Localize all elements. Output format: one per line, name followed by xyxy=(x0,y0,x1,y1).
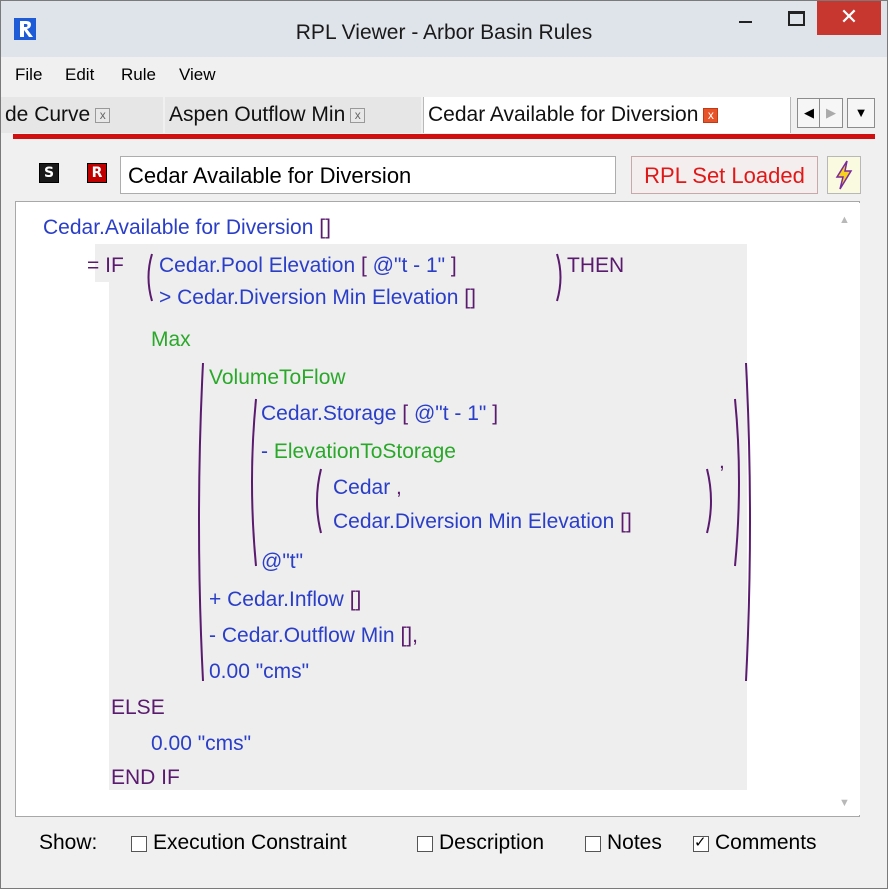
operator-token: - xyxy=(261,440,268,463)
code-line-6: Cedar.Storage [ @"t - 1" ] xyxy=(261,402,499,425)
description-checkbox[interactable] xyxy=(417,836,433,852)
variable-token: Cedar.Inflow xyxy=(227,588,344,611)
value-token: 0.00 "cms" xyxy=(151,732,252,755)
show-label: Show: xyxy=(39,831,98,854)
paren-vtf-close xyxy=(734,398,740,567)
paren-if-close xyxy=(556,253,562,302)
bracket-token: [] xyxy=(464,286,476,309)
code-line-8: Cedar , xyxy=(333,475,402,501)
comma-token: , xyxy=(412,624,418,647)
operator-token: - xyxy=(209,624,216,647)
operator-token: = xyxy=(87,254,100,277)
code-line-7: - ElevationToStorage xyxy=(261,439,456,465)
variable-token: Cedar xyxy=(333,476,391,499)
keyword-token: ELSE xyxy=(111,696,165,719)
keyword-token: END IF xyxy=(111,766,180,789)
bracket-token: [] xyxy=(319,216,331,239)
code-line-10: @"t" xyxy=(261,549,303,575)
notes-checkbox[interactable] xyxy=(585,836,601,852)
code-line-2b: Cedar.Pool Elevation [ @"t - 1" ] xyxy=(159,254,457,277)
execution-constraint-label[interactable]: Execution Constraint xyxy=(153,831,347,855)
timestep-token: @"t - 1" xyxy=(413,402,487,425)
description-label[interactable]: Description xyxy=(439,831,544,855)
code-line-9: Cedar.Diversion Min Elevation [] xyxy=(333,509,632,535)
code-line-14: ELSE xyxy=(111,695,165,721)
comments-checkbox[interactable]: ✓ xyxy=(693,834,709,852)
rpl-viewer-window: RPL Viewer - Arbor Basin Rules ✕ File Ed… xyxy=(0,0,888,889)
timestep-token: @"t - 1" xyxy=(372,254,446,277)
function-token: Max xyxy=(151,328,191,351)
comma-token: , xyxy=(719,450,725,473)
paren-ets-open xyxy=(316,468,322,534)
variable-token: Cedar.Available for Diversion xyxy=(43,216,314,239)
bracket-token: [] xyxy=(620,510,632,533)
code-line-12: - Cedar.Outflow Min [], xyxy=(209,623,418,649)
code-line-2: = IF xyxy=(87,253,124,279)
code-line-13: 0.00 "cms" xyxy=(209,659,309,685)
value-token: 0.00 "cms" xyxy=(209,660,310,683)
variable-token: Cedar.Pool Elevation xyxy=(159,254,356,277)
operator-token: > xyxy=(159,286,172,309)
paren-max-close xyxy=(745,362,751,682)
code-line-2c: THEN xyxy=(567,253,624,279)
function-token: ElevationToStorage xyxy=(273,440,456,463)
keyword-token: THEN xyxy=(567,254,625,277)
checkmark-icon: ✓ xyxy=(694,834,707,851)
code-line-7-comma: , xyxy=(719,449,725,475)
code-line-3: > Cedar.Diversion Min Elevation [] xyxy=(159,285,476,311)
notes-label[interactable]: Notes xyxy=(607,831,662,855)
code-line-1: Cedar.Available for Diversion [] xyxy=(43,215,331,241)
operator-token: + xyxy=(209,588,222,611)
code-line-15: 0.00 "cms" xyxy=(151,731,251,757)
variable-token: Cedar.Diversion Min Elevation xyxy=(333,510,615,533)
bracket-token: [] xyxy=(349,588,362,611)
function-token: VolumeToFlow xyxy=(209,366,346,389)
paren-if-open xyxy=(147,253,153,302)
bracket-token: [] xyxy=(400,624,413,647)
comments-label[interactable]: Comments xyxy=(715,831,817,855)
comma-token: , xyxy=(396,476,402,499)
keyword-token: IF xyxy=(105,254,124,277)
paren-ets-close xyxy=(706,468,712,534)
timestep-token: @"t" xyxy=(261,550,304,573)
paren-max-open xyxy=(198,362,204,682)
code-line-4: Max xyxy=(151,327,191,353)
variable-token: Cedar.Diversion Min Elevation xyxy=(177,286,459,309)
variable-token: Cedar.Outflow Min xyxy=(221,624,395,647)
execution-constraint-checkbox[interactable] xyxy=(131,836,147,852)
paren-vtf-open xyxy=(251,398,257,567)
code-line-5: VolumeToFlow xyxy=(209,365,346,391)
code-line-11: + Cedar.Inflow [] xyxy=(209,587,361,613)
variable-token: Cedar.Storage xyxy=(261,402,397,425)
code-line-16: END IF xyxy=(111,765,180,791)
